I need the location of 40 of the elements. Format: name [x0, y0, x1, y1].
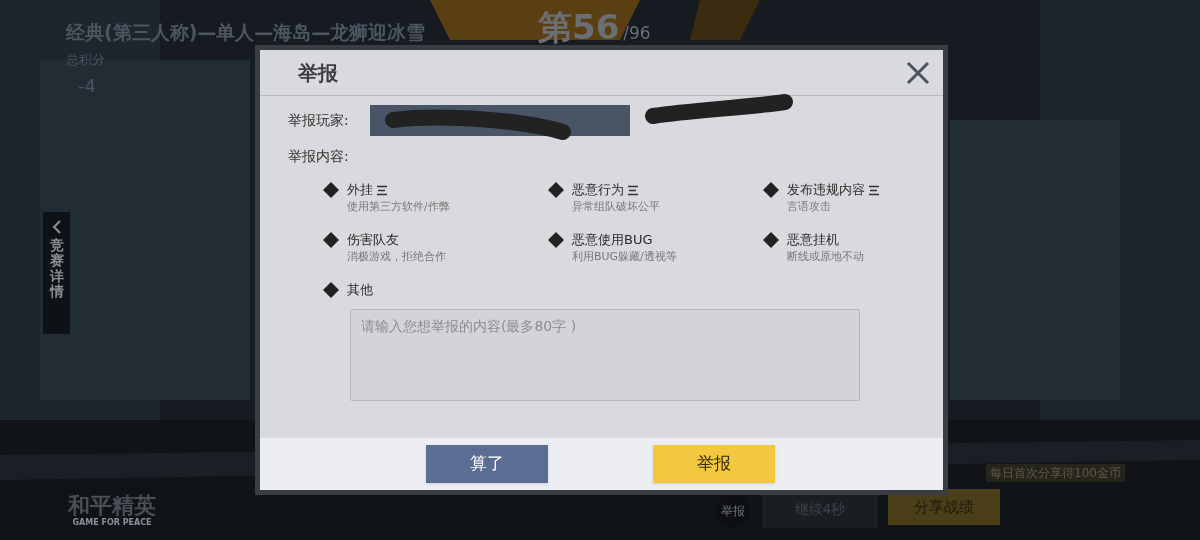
logo-tagline: GAME FOR PEACE — [72, 517, 152, 529]
option-description: 断线或原地不动 — [787, 249, 864, 265]
option-description: 利用BUG躲藏/透视等 — [572, 249, 677, 265]
option-title: 恶意挂机 — [787, 231, 839, 249]
close-icon[interactable] — [905, 59, 931, 86]
diamond-icon — [323, 182, 339, 198]
diamond-icon — [323, 232, 339, 248]
content-label: 举报内容: — [288, 147, 350, 166]
side-tab[interactable]: 竞赛详情 — [43, 212, 70, 334]
option-title: 恶意行为 — [572, 181, 624, 199]
diamond-icon — [548, 232, 564, 248]
logo-text: 和平精英 — [68, 495, 156, 517]
option-title: 恶意使用BUG — [572, 231, 653, 249]
report-option[interactable]: 发布违规内容 言语攻击 — [763, 181, 933, 219]
report-option[interactable]: 恶意挂机 断线或原地不动 — [763, 231, 933, 269]
diamond-icon — [763, 182, 779, 198]
lines-icon — [868, 184, 880, 196]
lines-icon — [376, 184, 388, 196]
dialog-title: 举报 — [298, 59, 338, 87]
option-title: 发布违规内容 — [787, 181, 865, 199]
rank-number: 第56 — [538, 6, 620, 49]
rank-total: /96 — [623, 22, 651, 45]
option-description: 异常组队破坏公平 — [572, 199, 660, 215]
diamond-icon — [323, 282, 339, 298]
cancel-button[interactable]: 算了 — [426, 445, 548, 483]
option-description: 消极游戏，拒绝合作 — [347, 249, 446, 265]
option-title: 其他 — [347, 281, 373, 299]
report-option[interactable]: 恶意使用BUG 利用BUG躲藏/透视等 — [548, 231, 763, 269]
report-submit-button[interactable]: 举报 — [653, 445, 775, 483]
lines-icon — [627, 184, 639, 196]
chevron-left-icon — [50, 220, 63, 234]
option-title: 伤害队友 — [347, 231, 399, 249]
diamond-icon — [763, 232, 779, 248]
player-label: 举报玩家: — [288, 110, 350, 130]
report-option[interactable]: 伤害队友 消极游戏，拒绝合作 — [323, 231, 548, 269]
option-title: 外挂 — [347, 181, 373, 199]
report-option[interactable]: 恶意行为 异常组队破坏公平 — [548, 181, 763, 219]
message-field[interactable]: 请输入您想举报的内容(最多80字 ) — [350, 309, 860, 401]
option-description: 言语攻击 — [787, 199, 832, 215]
diamond-icon — [548, 182, 564, 198]
